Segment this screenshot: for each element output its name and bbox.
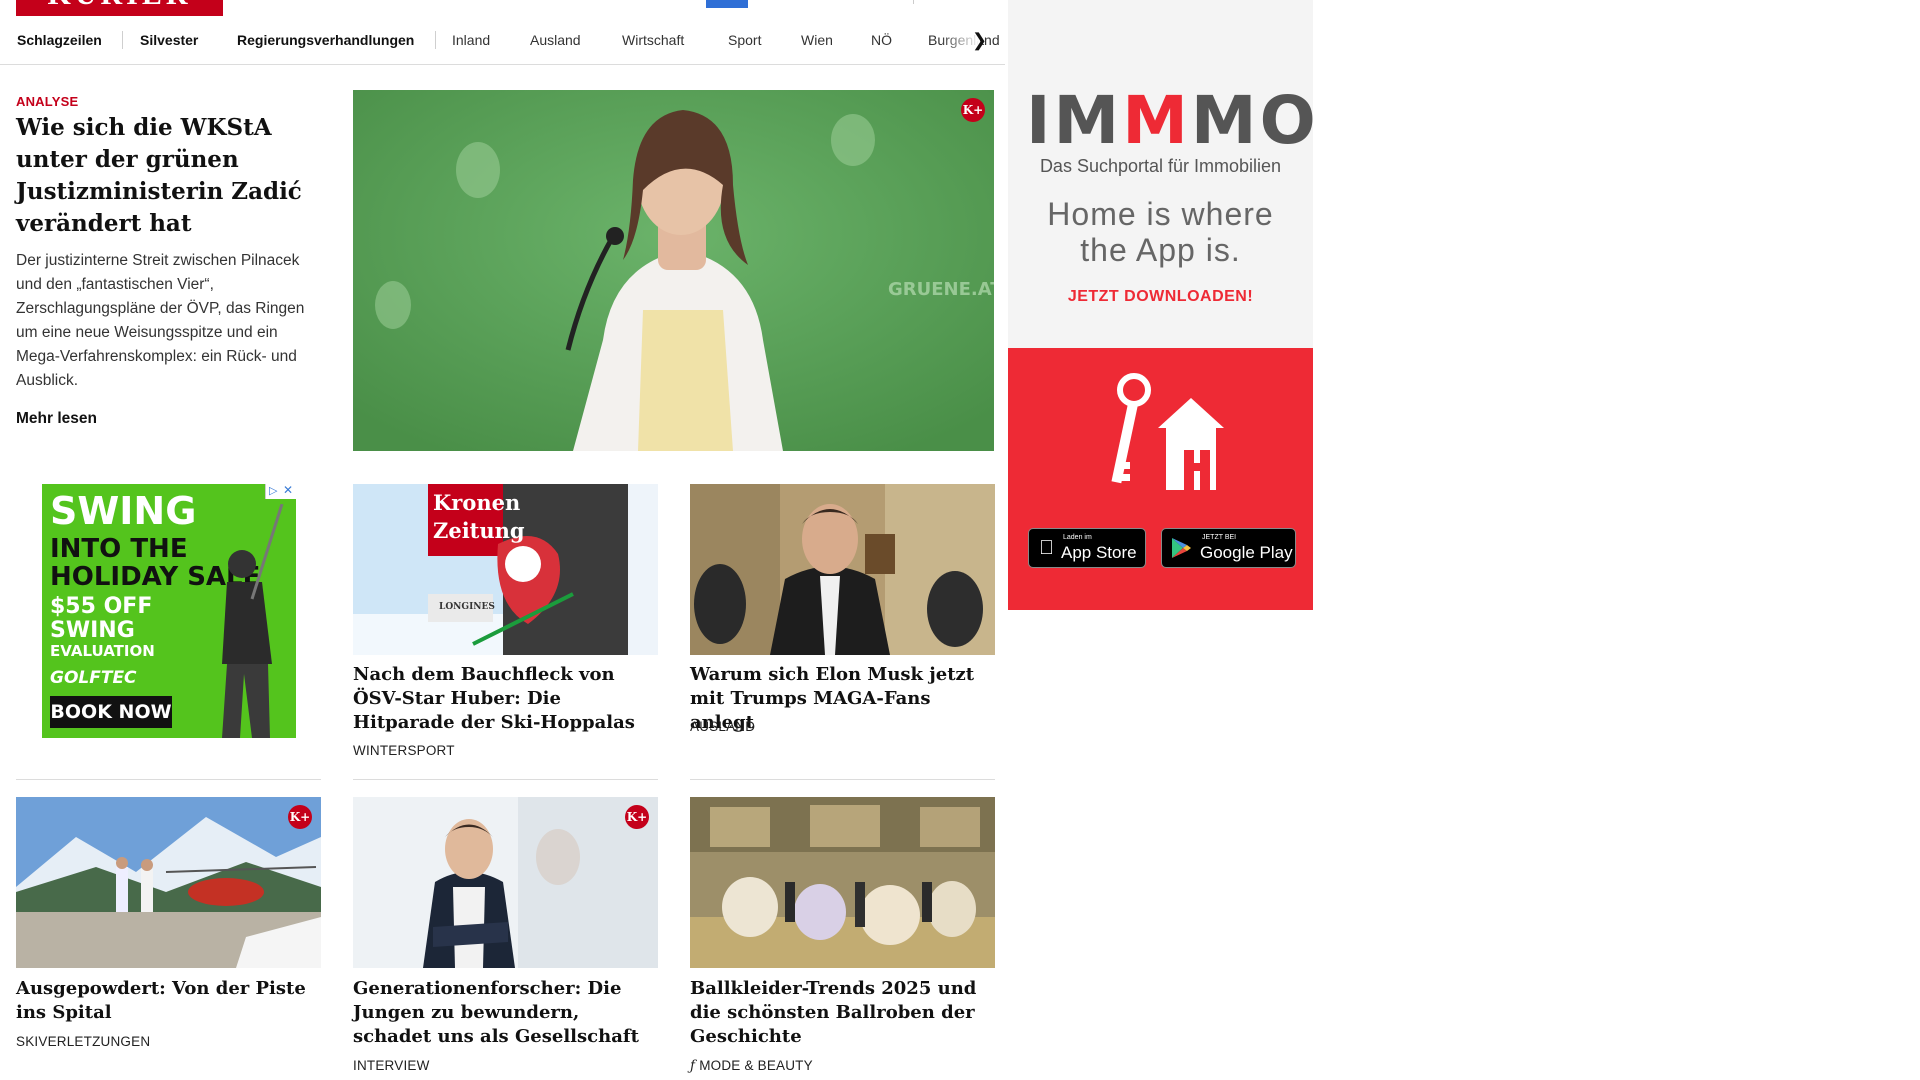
store-big-label: Google Play <box>1200 543 1293 562</box>
sponsor-text: LONGINES <box>439 602 495 612</box>
ad-text-line: EVALUATION <box>50 642 155 660</box>
kurier-logo[interactable]: KURIER <box>16 0 223 16</box>
immmo-headline-line: Home is where <box>1047 196 1274 232</box>
google-play-icon <box>1172 538 1191 558</box>
card-category[interactable]: ƒ MODE & BEAUTY <box>690 1058 813 1074</box>
card-title[interactable]: Ausgepowdert: Von der Piste ins Spital <box>16 977 321 1025</box>
nav-item-ausland[interactable]: Ausland <box>530 32 581 48</box>
nav-item-regierungsverhandlungen[interactable]: Regierungsverhandlungen <box>237 32 414 48</box>
nav-separator <box>122 31 123 49</box>
info-icon[interactable]: ▷ <box>269 484 277 497</box>
row-divider <box>353 779 658 780</box>
card-category[interactable]: AUSLAND <box>690 719 755 734</box>
card-title[interactable]: Nach dem Bauchfleck von ÖSV-Star Huber: … <box>353 663 658 735</box>
golfer-figure <box>222 504 284 738</box>
immmo-ad-top[interactable]: IMMMO Das Suchportal für Immobilien Home… <box>1008 0 1319 348</box>
book-now-button[interactable]: BOOK NOW <box>50 696 172 728</box>
kurier-plus-badge: K+ <box>961 98 985 122</box>
hero-image[interactable]: GRUENE.AT K+ <box>353 90 994 451</box>
top-bar-accent <box>706 0 748 8</box>
card-category[interactable]: SKIVERLETZUNGEN <box>16 1034 150 1049</box>
ad-text-line: SWING <box>50 489 197 533</box>
nav-separator <box>435 31 436 49</box>
kurier-plus-badge: K+ <box>625 805 649 829</box>
chevron-right-icon[interactable]: ❯ <box>972 30 987 51</box>
ad-text-line: INTO THE <box>50 534 188 564</box>
read-more-link[interactable]: Mehr lesen <box>16 410 97 428</box>
ballroom-image[interactable] <box>690 797 995 968</box>
ad-text-line: SWING <box>50 618 135 643</box>
ad-text-line: $55 OFF <box>50 594 153 619</box>
store-small-label: Laden im <box>1063 534 1092 541</box>
nav-item-sport[interactable]: Sport <box>728 32 761 48</box>
house-keys-icon <box>1111 373 1224 490</box>
golftec-ad[interactable]: SWING INTO THE HOLIDAY SALE $55 OFF SWIN… <box>42 484 296 738</box>
row-divider <box>690 779 995 780</box>
card-title[interactable]: Generationenforscher: Die Jungen zu bewu… <box>353 977 658 1049</box>
hero-title[interactable]: Wie sich die WKStA un­ter der grünen Jus… <box>16 112 316 240</box>
hero-kicker: ANALYSE <box>16 94 79 109</box>
store-big-label: App Store <box>1061 543 1137 562</box>
mode-beauty-icon: ƒ <box>690 1058 696 1074</box>
immmo-subtitle: Das Suchportal für Immobilien <box>1039 156 1282 176</box>
hero-teaser: Der justizinterne Streit zwischen Pilnac… <box>16 252 305 389</box>
apple-icon:  <box>1039 537 1054 560</box>
ad-choices[interactable]: ▷ ✕ <box>265 484 296 499</box>
immmo-logo: IMMMO <box>1026 82 1319 159</box>
immmo-headline: Home is where the App is. <box>1008 196 1313 268</box>
nav-item-noe[interactable]: NÖ <box>871 32 892 48</box>
immmo-ad-bottom[interactable]:  Laden im App Store JETZT BEI Google Pl… <box>1008 348 1313 610</box>
immmo-headline-line: the App is. <box>1080 232 1241 268</box>
ski-image[interactable]: Kronen Zeitung LONGINES <box>353 484 658 655</box>
nav-item-wirtschaft[interactable]: Wirtschaft <box>622 32 684 48</box>
card-category[interactable]: INTERVIEW <box>353 1058 430 1073</box>
piste-image[interactable]: K+ <box>16 797 321 968</box>
app-store-badge[interactable]:  Laden im App Store <box>1028 528 1146 568</box>
google-play-badge[interactable]: JETZT BEI Google Play <box>1161 528 1296 568</box>
golftec-logo: GOLFTEC <box>50 668 137 688</box>
nav-item-schlagzeilen[interactable]: Schlagzeilen <box>17 32 102 48</box>
close-icon[interactable]: ✕ <box>283 484 293 497</box>
banner-text: Kronen <box>433 490 521 515</box>
nav-item-inland[interactable]: Inland <box>452 32 490 48</box>
main-nav: Schlagzeilen Silvester Regierungsverhand… <box>0 26 1005 65</box>
store-small-label: JETZT BEI <box>1202 534 1237 541</box>
card-category[interactable]: WINTERSPORT <box>353 743 455 758</box>
top-bar-divider <box>913 0 914 4</box>
nav-item-wien[interactable]: Wien <box>801 32 833 48</box>
row-divider <box>16 779 321 780</box>
immmo-download-link[interactable]: JETZT DOWNLOADEN! <box>1008 288 1313 306</box>
kurier-plus-badge: K+ <box>288 805 312 829</box>
card-title[interactable]: Ballkleider-Trends 2025 und die schönste… <box>690 977 995 1049</box>
nav-item-silvester[interactable]: Silvester <box>140 32 198 48</box>
musk-image[interactable] <box>690 484 995 655</box>
banner-text: Zeitung <box>433 518 525 543</box>
interview-image[interactable]: K+ <box>353 797 658 968</box>
card-category-label: MODE & BEAUTY <box>699 1058 813 1073</box>
svg-text:GRUENE.AT: GRUENE.AT <box>888 279 994 300</box>
